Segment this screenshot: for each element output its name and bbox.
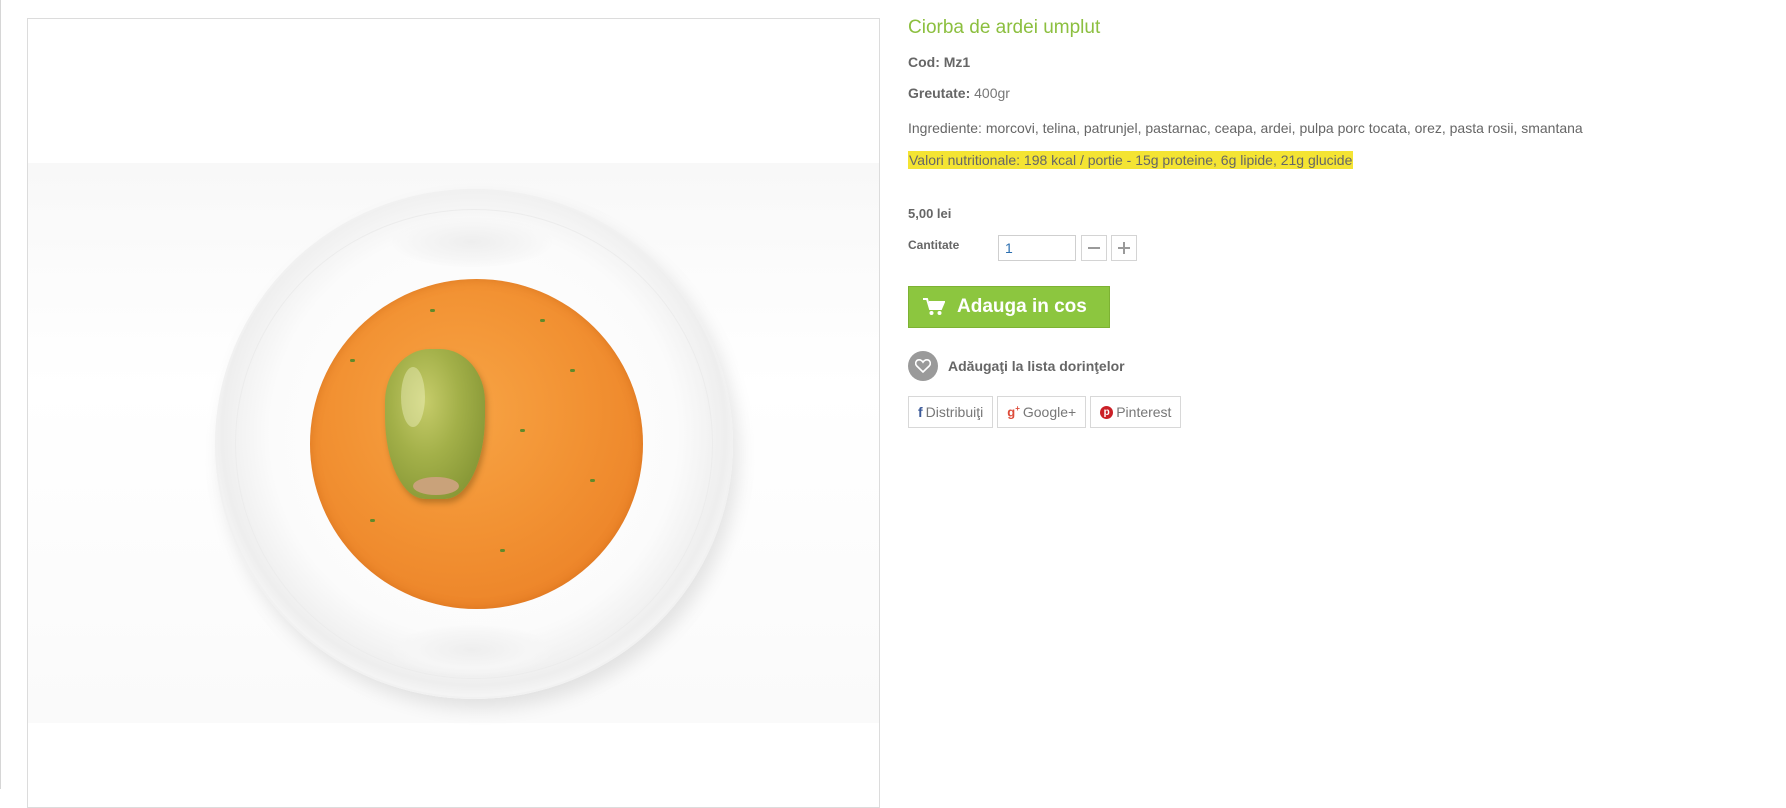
herb-garnish xyxy=(430,309,435,312)
product-weight: Greutate: 400gr xyxy=(908,85,1010,101)
plate-ornament xyxy=(392,625,552,675)
quantity-decrease-button[interactable] xyxy=(1081,235,1107,261)
share-buttons: f Distribuiţi g+ Google+ p Pinterest xyxy=(908,396,1182,428)
weight-label: Greutate: xyxy=(908,85,971,101)
shopping-cart-icon xyxy=(923,298,945,315)
add-to-cart-label: Adauga in cos xyxy=(957,296,1087,317)
product-title: Ciorba de ardei umplut xyxy=(908,17,1101,38)
share-facebook-label: Distribuiţi xyxy=(925,404,984,420)
share-pinterest-button[interactable]: p Pinterest xyxy=(1090,396,1182,428)
page-left-border xyxy=(0,0,1,789)
facebook-icon: f xyxy=(918,404,923,420)
plate-ornament xyxy=(392,217,552,267)
herb-garnish xyxy=(370,519,375,522)
plus-icon xyxy=(1118,242,1130,254)
soup-bowl xyxy=(310,279,643,609)
share-google-label: Google+ xyxy=(1022,404,1077,420)
quantity-input[interactable] xyxy=(998,235,1076,261)
stuffed-pepper xyxy=(385,349,485,499)
add-to-cart-button[interactable]: Adauga in cos xyxy=(908,286,1110,328)
herb-garnish xyxy=(520,429,525,432)
heart-icon xyxy=(915,359,931,373)
add-to-wishlist-link[interactable]: Adăugaţi la lista dorinţelor xyxy=(908,351,1125,381)
share-google-button[interactable]: g+ Google+ xyxy=(997,396,1087,428)
pinterest-icon: p xyxy=(1100,405,1114,419)
google-plus-icon: g+ xyxy=(1007,404,1020,420)
share-pinterest-label: Pinterest xyxy=(1116,404,1172,420)
product-price: 5,00 lei xyxy=(908,206,952,221)
herb-garnish xyxy=(540,319,545,322)
product-image-panel[interactable] xyxy=(27,18,880,808)
wishlist-icon-circle xyxy=(908,351,938,381)
product-nutrition: Valori nutritionale: 198 kcal / portie -… xyxy=(908,151,1354,169)
product-ingredients: Ingrediente: morcovi, telina, patrunjel,… xyxy=(908,120,1583,136)
herb-garnish xyxy=(500,549,505,552)
pepper-highlight xyxy=(401,367,425,427)
quantity-label: Cantitate xyxy=(908,238,960,252)
herb-garnish xyxy=(590,479,595,482)
quantity-increase-button[interactable] xyxy=(1111,235,1137,261)
herb-garnish xyxy=(570,369,575,372)
weight-value: 400gr xyxy=(974,85,1010,101)
plate-image xyxy=(215,189,733,699)
product-details: Ciorba de ardei umplut Cod: Mz1 Greutate… xyxy=(908,16,1768,428)
minus-icon xyxy=(1088,247,1100,249)
wishlist-label: Adăugaţi la lista dorinţelor xyxy=(948,358,1125,374)
herb-garnish xyxy=(350,359,355,362)
pepper-filling xyxy=(413,477,459,495)
product-code: Cod: Mz1 xyxy=(908,54,971,70)
share-facebook-button[interactable]: f Distribuiţi xyxy=(908,396,994,428)
